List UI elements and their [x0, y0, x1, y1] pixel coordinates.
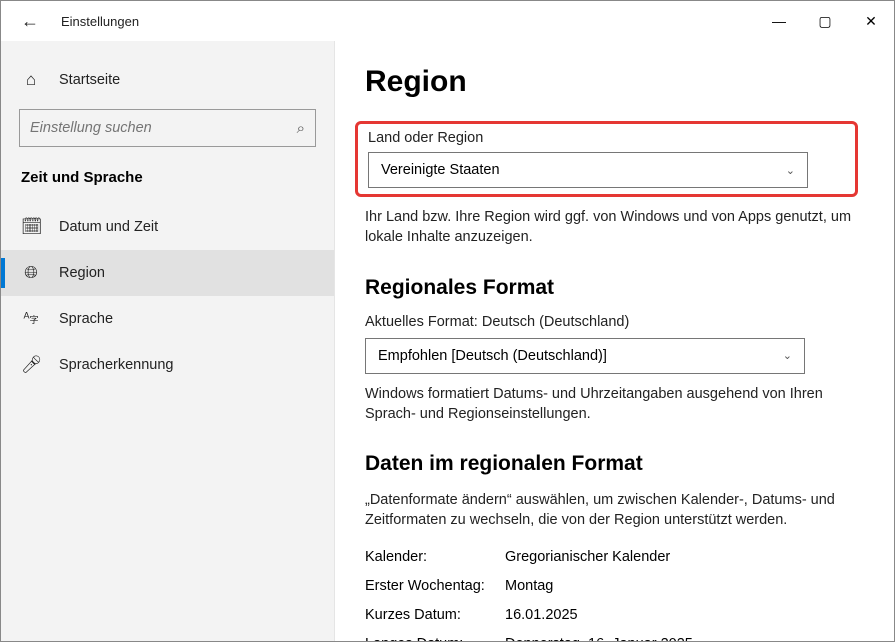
- back-button[interactable]: ←: [21, 11, 39, 32]
- sidebar-item-language[interactable]: A字 Sprache: [1, 296, 334, 342]
- svg-text:A: A: [24, 310, 30, 320]
- sidebar-home-label: Startseite: [59, 72, 120, 88]
- regional-format-select-value: Empfohlen [Deutsch (Deutschland)]: [378, 348, 607, 364]
- settings-window: ← Einstellungen — ▢ ✕ ⌂ Startseite ⌕ Zei…: [0, 0, 895, 642]
- data-row: Langes Datum:Donnerstag, 16. Januar 2025: [365, 630, 858, 641]
- sidebar-nav: 🗓︎ Datum und Zeit 🌐︎ Region A字 Sprache 🎤…: [1, 204, 334, 388]
- country-select-value: Vereinigte Staaten: [381, 162, 500, 178]
- sidebar-item-label: Datum und Zeit: [59, 219, 158, 235]
- chevron-down-icon: ⌄: [783, 349, 792, 362]
- sidebar-home[interactable]: ⌂ Startseite: [19, 57, 316, 103]
- search-box[interactable]: ⌕: [19, 109, 316, 147]
- country-desc: Ihr Land bzw. Ihre Region wird ggf. von …: [365, 207, 858, 248]
- highlight-country-region: Land oder Region Vereinigte Staaten ⌄: [355, 121, 858, 197]
- sidebar-section-title: Zeit und Sprache: [19, 159, 316, 204]
- sidebar-item-label: Region: [59, 265, 105, 281]
- search-icon: ⌕: [297, 120, 305, 137]
- minimize-button[interactable]: —: [756, 1, 802, 41]
- chevron-down-icon: ⌄: [786, 164, 795, 177]
- data-row: Erster Wochentag:Montag: [365, 572, 858, 601]
- maximize-button[interactable]: ▢: [802, 1, 848, 41]
- country-select[interactable]: Vereinigte Staaten ⌄: [368, 152, 808, 188]
- window-title: Einstellungen: [61, 14, 139, 29]
- country-label: Land oder Region: [368, 130, 845, 146]
- window-controls: — ▢ ✕: [756, 1, 894, 41]
- sidebar-item-speech[interactable]: 🎤︎ Spracherkennung: [1, 342, 334, 388]
- sidebar-item-region[interactable]: 🌐︎ Region: [1, 250, 334, 296]
- regional-format-desc: Windows formatiert Datums- und Uhrzeitan…: [365, 384, 858, 425]
- sidebar-item-label: Spracherkennung: [59, 357, 173, 373]
- regional-format-current: Aktuelles Format: Deutsch (Deutschland): [365, 314, 858, 330]
- regional-data-heading: Daten im regionalen Format: [365, 452, 858, 476]
- mic-icon: 🎤︎: [21, 355, 41, 375]
- sidebar: ⌂ Startseite ⌕ Zeit und Sprache 🗓︎ Datum…: [1, 41, 335, 641]
- calendar-icon: 🗓︎: [21, 217, 41, 237]
- home-icon: ⌂: [21, 70, 41, 90]
- search-input[interactable]: [30, 120, 297, 136]
- regional-data-desc: „Datenformate ändern“ auswählen, um zwis…: [365, 490, 858, 531]
- regional-format-heading: Regionales Format: [365, 276, 858, 300]
- titlebar: ← Einstellungen — ▢ ✕: [1, 1, 894, 41]
- regional-format-select[interactable]: Empfohlen [Deutsch (Deutschland)] ⌄: [365, 338, 805, 374]
- main-content: Region Land oder Region Vereinigte Staat…: [335, 41, 894, 641]
- data-row: Kalender:Gregorianischer Kalender: [365, 543, 858, 572]
- globe-icon: 🌐︎: [21, 263, 41, 283]
- language-icon: A字: [21, 308, 41, 331]
- svg-text:字: 字: [30, 314, 39, 325]
- sidebar-item-label: Sprache: [59, 311, 113, 327]
- data-row: Kurzes Datum:16.01.2025: [365, 601, 858, 630]
- regional-data-rows: Kalender:Gregorianischer Kalender Erster…: [365, 543, 858, 641]
- sidebar-item-date-time[interactable]: 🗓︎ Datum und Zeit: [1, 204, 334, 250]
- page-title: Region: [365, 65, 858, 99]
- close-button[interactable]: ✕: [848, 1, 894, 41]
